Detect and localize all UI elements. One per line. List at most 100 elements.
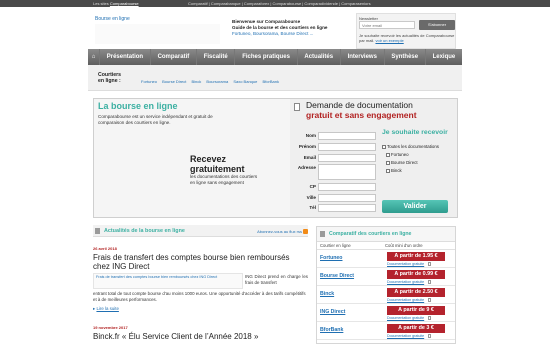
nav-comparatif[interactable]: Comparatif — [149, 49, 196, 65]
broker-price-button[interactable]: A partir de 1.95 € — [387, 252, 445, 261]
newsletter-example-link[interactable]: voir un exemple — [375, 38, 403, 43]
subscribe-button[interactable]: S'abonner — [419, 20, 455, 30]
valider-button[interactable]: Valider — [382, 200, 448, 213]
newsletter-email-input[interactable] — [359, 21, 415, 29]
courtier-link-bourse-direct[interactable]: Bourse Direct — [162, 79, 186, 84]
check-binck-label: Binck — [391, 168, 402, 173]
courtier-link-binck[interactable]: Binck — [192, 79, 202, 84]
broker-doc-link[interactable]: Documentation gratuite — [387, 262, 424, 266]
check-fortuneo[interactable]: Fortuneo — [382, 151, 439, 159]
broker-price-button[interactable]: A partir de 3 € — [387, 324, 445, 333]
broker-name[interactable]: Fortuneo — [320, 255, 342, 261]
rss-link[interactable]: Abonnez-vous au flux rss — [257, 229, 308, 235]
newsletter-box: Newsletter S'abonner Je souhaite recevoi… — [356, 13, 456, 49]
courtier-link-bforbank[interactable]: BforBank — [262, 79, 278, 84]
documentation-panel: La bourse en ligne Comparabourse est un … — [93, 98, 458, 218]
label-cp: CP — [309, 184, 316, 189]
promo-block: La bourse en ligne Comparabourse est un … — [94, 99, 290, 217]
document-icon — [428, 262, 431, 266]
label-email: Email — [303, 155, 316, 160]
cp-input[interactable] — [318, 183, 376, 191]
check-bourse-direct-label: Bourse Direct — [391, 160, 418, 165]
promo-description: Comparabourse est un service indépendant… — [98, 114, 213, 125]
news-header: Actualités de la bourse en ligne Abonnez… — [93, 225, 308, 237]
label-tel: Tél — [309, 205, 316, 210]
recevez-heading: Recevez gratuitement — [190, 154, 245, 174]
article-title[interactable]: Frais de transfert des comptes bourse bi… — [93, 253, 308, 271]
adresse-input[interactable] — [318, 164, 376, 180]
article-excerpt: entrant total de tout compte bourse d’au… — [93, 291, 306, 302]
label-nom: Nom — [305, 133, 316, 138]
courtiers-links: Fortuneo Bourse Direct Binck Boursorama … — [141, 79, 283, 84]
news-section: Actualités de la bourse en ligne Abonnez… — [93, 222, 308, 344]
broker-doc-link[interactable]: Documentation gratuite — [387, 298, 424, 302]
broker-name[interactable]: Binck — [320, 291, 334, 297]
nom-input[interactable] — [318, 132, 376, 140]
label-ville: Ville — [306, 195, 316, 200]
broker-doc-link[interactable]: Documentation gratuite — [387, 334, 424, 338]
column-min-cost: Coût mini d'un ordre — [385, 243, 423, 248]
article-date: 26 avril 2018 — [93, 246, 117, 251]
receive-checklist: Toutes les documentations Fortuneo Bours… — [382, 143, 439, 175]
broker-price-button[interactable]: A partir de 0.99 € — [387, 270, 445, 279]
broker-name[interactable]: ING Direct — [320, 309, 345, 315]
logo-area — [95, 24, 220, 44]
rss-icon[interactable] — [303, 229, 308, 235]
welcome-title: Bienvenue sur Comparabourse — [232, 19, 301, 24]
broker-price-button[interactable]: A partir de 2.50 € — [387, 288, 445, 297]
broker-name[interactable]: BforBank — [320, 327, 343, 333]
nav-synthese[interactable]: Synthèse — [383, 49, 425, 65]
label-adresse: Adresse — [297, 165, 316, 170]
read-more-link[interactable]: ▸ Lire la suite — [93, 306, 119, 312]
nav-interviews[interactable]: Interviews — [339, 49, 384, 65]
broker-row: Binck A partir de 2.50 € Documentation g… — [317, 286, 455, 304]
prenom-input[interactable] — [318, 143, 376, 151]
article-image-caption: Frais de transfert des comptes bourse bi… — [96, 275, 218, 279]
article-title[interactable]: Binck.fr « Élu Service Client de l’Année… — [93, 332, 308, 341]
top-bar-left: Les sites Comparabourse — [93, 0, 139, 7]
broker-price-button[interactable]: A partir de 9 € — [387, 306, 445, 315]
top-bar-sites[interactable]: Comparatif | Comparabanque | Comparafore… — [188, 0, 371, 7]
article-image[interactable]: Frais de transfert des comptes bourse bi… — [93, 273, 243, 289]
article-excerpt-right: ING Direct prend en charge les frais de … — [245, 274, 308, 285]
top-bar-site-link[interactable]: Comparabourse — [110, 1, 139, 6]
courtier-link-boursorama[interactable]: Boursorama — [206, 79, 228, 84]
broker-name[interactable]: Bourse Direct — [320, 273, 354, 279]
checkbox[interactable] — [386, 160, 390, 165]
checkbox[interactable] — [386, 152, 390, 157]
check-bourse-direct[interactable]: Bourse Direct — [382, 159, 439, 167]
nav-fiches-pratiques[interactable]: Fiches pratiques — [234, 49, 296, 65]
comparison-widget: Comparatif des courtiers en ligne Courti… — [316, 226, 456, 344]
document-icon — [428, 316, 431, 320]
nav-lexique[interactable]: Lexique — [424, 49, 462, 65]
news-title: Actualités de la bourse en ligne — [104, 228, 185, 234]
document-icon — [428, 334, 431, 338]
comparison-icon — [320, 231, 325, 237]
courtier-link-fortuneo[interactable]: Fortuneo — [141, 79, 157, 84]
ville-input[interactable] — [318, 194, 376, 202]
broker-row: BforBank A partir de 3 € Documentation g… — [317, 322, 455, 340]
nav-fiscalite[interactable]: Fiscalité — [195, 49, 235, 65]
email-input[interactable] — [318, 154, 376, 162]
home-icon[interactable]: ⌂ — [88, 49, 99, 65]
nav-presentation[interactable]: Présentation — [99, 49, 150, 65]
welcome-subtitle: Guide de la bourse et des courtiers en l… — [232, 25, 328, 30]
document-icon — [428, 298, 431, 302]
broker-doc-link[interactable]: Documentation gratuite — [387, 316, 424, 320]
brand-link[interactable]: Bourse en ligne — [95, 16, 130, 22]
courtiers-label: Courtiers en ligne : — [98, 72, 121, 84]
check-binck[interactable]: Binck — [382, 167, 439, 175]
checkbox[interactable] — [382, 144, 386, 149]
nav-actualites[interactable]: Actualités — [296, 49, 340, 65]
document-icon — [294, 103, 300, 111]
courtier-link-saxo-banque[interactable]: Saxo Banque — [233, 79, 257, 84]
top-bar-prefix: Les sites — [93, 1, 110, 6]
receive-heading: Je souhaite recevoir — [382, 129, 448, 136]
welcome-links[interactable]: Fortuneo, Boursorama, Bourse Direct ... — [232, 31, 313, 36]
broker-doc-link[interactable]: Documentation gratuite — [387, 280, 424, 284]
tel-input[interactable] — [318, 204, 376, 212]
column-broker: Courtier en ligne — [320, 243, 351, 248]
check-all[interactable]: Toutes les documentations — [382, 143, 439, 151]
recevez-subtext: les documentations des courtiers en lign… — [190, 174, 258, 185]
checkbox[interactable] — [386, 168, 390, 173]
